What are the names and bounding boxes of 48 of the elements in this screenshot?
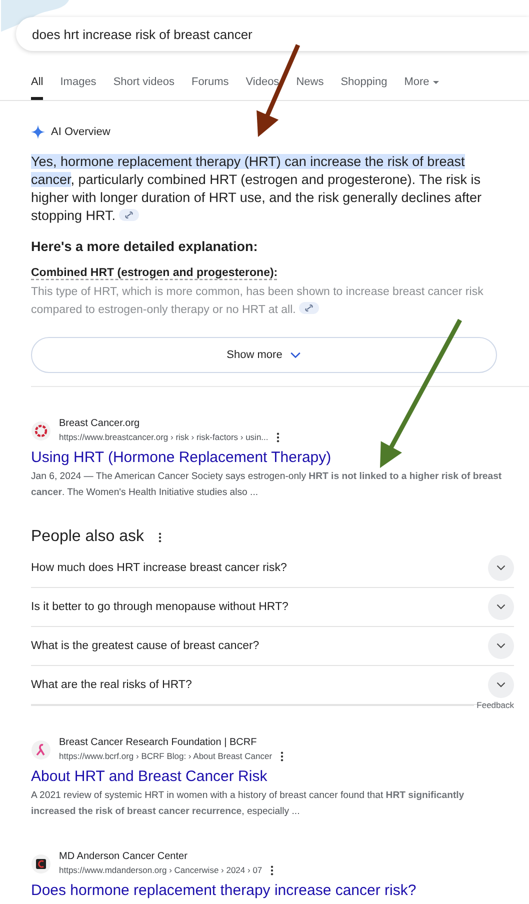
more-menu-tab[interactable]: More [404, 72, 440, 100]
result-url[interactable]: https://www.breastcancer.org › risk › risk-factors › usin... [59, 431, 268, 444]
sparkle-icon [31, 125, 45, 139]
search-tab[interactable]: Images [60, 72, 96, 100]
chevron-down-icon [496, 643, 506, 649]
search-field[interactable]: does hrt increase risk of breast cancer [16, 17, 529, 51]
result-snippet: Jan 6, 2024 — The American Cancer Society says estrogen-only HRT is not linked to a higher risk of breast cancer. The Women's Health Initiative studies also ... [31, 470, 503, 500]
search-tab[interactable]: Short videos [113, 72, 174, 100]
question-text[interactable]: Is it better to go through menopause without HRT? [31, 601, 288, 613]
link-icon[interactable] [299, 302, 320, 314]
more-options-icon[interactable] [276, 432, 280, 443]
section-text: This type of HRT, which is more common, has been shown to increase breast cancer risk compared to estrogen-only therapy or no HRT at all. [31, 285, 484, 318]
answer-text: Yes, hormone replacement therapy (HRT) can increase the risk of breast cancer, particularly combined HRT (estrogen and progesterone). The risk is higher with longer duration of HRT use, and the risk generally declines after stopping HRT. [31, 153, 483, 225]
result-snippet: A 2021 review of systemic HRT in women with a history of breast cancer found that HRT significantly increased the risk of breast cancer recurrence, especially ... [31, 789, 466, 819]
chevron-down-icon [290, 352, 302, 358]
site-name: Breast Cancer.org [59, 417, 141, 431]
result-title-link[interactable]: Using HRT (Hormone Replacement Therapy) [31, 448, 509, 468]
site-name: MD Anderson Cancer Center [59, 850, 188, 864]
search-tab[interactable]: Videos [246, 72, 280, 100]
search-tab[interactable]: All [31, 72, 44, 100]
link-icon[interactable] [119, 209, 140, 221]
chevron-down-icon [496, 565, 506, 571]
more-options-icon[interactable] [158, 532, 162, 542]
result-title-link[interactable]: About HRT and Breast Cancer Risk [31, 767, 509, 787]
question-text[interactable]: How much does HRT increase breast cancer risk? [31, 562, 287, 574]
more-options-icon[interactable] [280, 751, 284, 762]
square-logo-icon [31, 854, 51, 874]
result-url[interactable]: https://www.mdanderson.org › Cancerwise › 2024 › 07 [59, 864, 262, 877]
caret-icon [433, 81, 440, 84]
chevron-down-icon [496, 604, 506, 610]
search-tab[interactable]: News [296, 72, 324, 100]
ribbon-icon [31, 740, 51, 760]
ai-overview-title: AI Overview [51, 126, 110, 138]
question-text[interactable]: What are the real risks of HRT? [31, 679, 192, 691]
question-text[interactable]: What is the greatest cause of breast cancer? [31, 640, 260, 652]
people-also-ask-heading: People also ask [31, 528, 144, 546]
feedback-link[interactable]: Feedback [476, 700, 514, 710]
more-options-icon[interactable] [270, 865, 274, 876]
site-name: Breast Cancer Research Foundation | BCRF [59, 736, 258, 750]
search-tab[interactable]: Shopping [340, 72, 388, 100]
search-tab[interactable]: Forums [191, 72, 229, 100]
chevron-down-icon [496, 682, 506, 688]
ring-logo-icon [31, 420, 51, 440]
result-url[interactable]: https://www.bcrf.org › BCRF Blog: › About Breast Cancer [59, 750, 272, 763]
show-more-button[interactable]: Show more [31, 337, 497, 373]
result-title-link[interactable]: Does hormone replacement therapy increase cancer risk? [31, 881, 509, 901]
section-heading: Combined HRT (estrogen and progesterone): [31, 267, 278, 279]
explanation-heading: Here's a more detailed explanation: [31, 239, 259, 254]
